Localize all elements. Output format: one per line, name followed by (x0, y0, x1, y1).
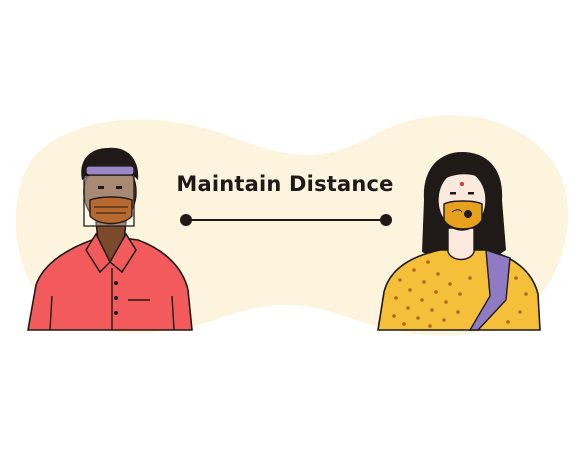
man-button (114, 281, 118, 285)
man-mask (89, 196, 133, 225)
distance-endpoint-left (180, 214, 192, 226)
maintain-distance-heading: Maintain Distance (176, 172, 394, 196)
woman-mask-valve (464, 210, 472, 218)
man-button (114, 311, 118, 315)
woman-mask (443, 200, 483, 230)
woman-neck (447, 227, 475, 261)
woman-eye (468, 192, 474, 195)
woman-bindi (460, 182, 464, 186)
illustration-svg (15, 115, 569, 336)
man-button (114, 296, 118, 300)
woman-eye (450, 192, 456, 195)
face-shield-band (85, 165, 135, 176)
illustration-scene: Maintain Distance (0, 0, 573, 450)
distance-endpoint-right (380, 214, 392, 226)
man-eye (98, 186, 104, 189)
man-eye (116, 186, 122, 189)
